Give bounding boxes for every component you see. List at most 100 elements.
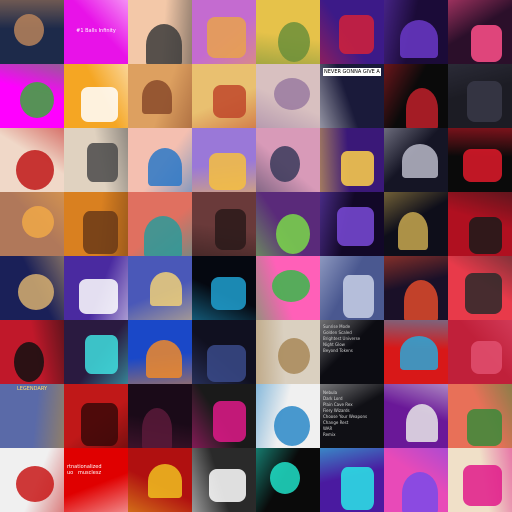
thumbnail-tile[interactable] xyxy=(128,384,192,448)
thumbnail-tile[interactable] xyxy=(384,448,448,512)
thumbnail-tile[interactable] xyxy=(192,384,256,448)
thumbnail-figure xyxy=(213,85,246,118)
thumbnail-figure xyxy=(404,280,438,320)
thumbnail-figure xyxy=(209,153,246,190)
thumbnail-tile[interactable] xyxy=(384,128,448,192)
thumbnail-tile[interactable] xyxy=(256,64,320,128)
thumbnail-tile[interactable] xyxy=(448,256,512,320)
thumbnail-figure xyxy=(207,17,246,58)
thumbnail-tile[interactable] xyxy=(448,320,512,384)
thumbnail-tile[interactable] xyxy=(128,192,192,256)
thumbnail-figure xyxy=(406,404,438,442)
thumbnail-figure xyxy=(339,15,374,54)
thumbnail-figure xyxy=(81,87,118,122)
thumbnail-figure xyxy=(16,150,54,190)
thumbnail-tile[interactable] xyxy=(256,0,320,64)
thumbnail-caption: NEVER GONNA GIVE A FUCK! xyxy=(323,68,381,76)
thumbnail-tile[interactable] xyxy=(192,0,256,64)
thumbnail-figure xyxy=(274,406,310,446)
thumbnail-tile[interactable] xyxy=(320,256,384,320)
thumbnail-tile[interactable] xyxy=(64,128,128,192)
thumbnail-tile[interactable] xyxy=(256,384,320,448)
thumbnail-tile[interactable] xyxy=(256,192,320,256)
thumbnail-tile[interactable] xyxy=(448,128,512,192)
thumbnail-tile[interactable] xyxy=(448,64,512,128)
thumbnail-caption: LEGENDARY xyxy=(16,386,48,392)
thumbnail-tile[interactable]: LEGENDARY xyxy=(0,384,64,448)
thumbnail-tile[interactable] xyxy=(0,448,64,512)
thumbnail-figure xyxy=(16,466,54,502)
thumbnail-tile[interactable] xyxy=(320,128,384,192)
thumbnail-figure xyxy=(398,212,428,250)
thumbnail-figure xyxy=(150,272,182,306)
thumbnail-tile[interactable] xyxy=(384,64,448,128)
thumbnail-tile[interactable] xyxy=(192,128,256,192)
thumbnail-figure xyxy=(211,277,246,310)
thumbnail-figure xyxy=(146,340,182,378)
thumbnail-tile[interactable] xyxy=(384,320,448,384)
thumbnail-tile[interactable] xyxy=(256,320,320,384)
thumbnail-tile[interactable] xyxy=(0,320,64,384)
thumbnail-figure xyxy=(85,335,118,374)
thumbnail-tile[interactable] xyxy=(0,192,64,256)
thumbnail-tile[interactable] xyxy=(0,64,64,128)
thumbnail-tile[interactable] xyxy=(192,448,256,512)
thumbnail-tile[interactable]: NEVER GONNA GIVE A FUCK! xyxy=(320,64,384,128)
thumbnail-tile[interactable] xyxy=(0,128,64,192)
thumbnail-figure xyxy=(270,146,300,182)
thumbnail-tile[interactable] xyxy=(192,256,256,320)
thumbnail-tile[interactable] xyxy=(448,384,512,448)
thumbnail-figure xyxy=(400,20,438,58)
thumbnail-tile[interactable]: Sunrise Mode Golden Scaled Brightest Uni… xyxy=(320,320,384,384)
thumbnail-tile[interactable] xyxy=(128,256,192,320)
thumbnail-figure xyxy=(469,217,502,254)
thumbnail-tile[interactable] xyxy=(128,448,192,512)
thumbnail-tile[interactable] xyxy=(192,64,256,128)
thumbnail-figure xyxy=(471,341,502,374)
thumbnail-tile[interactable]: Nebula Dark Lord Plain Cave Rex Fiery Wi… xyxy=(320,384,384,448)
thumbnail-figure xyxy=(463,465,502,506)
thumbnail-tile[interactable] xyxy=(384,256,448,320)
thumbnail-figure xyxy=(209,469,246,502)
thumbnail-tile[interactable] xyxy=(0,0,64,64)
thumbnail-tile[interactable] xyxy=(128,64,192,128)
thumbnail-figure xyxy=(213,401,246,442)
thumbnail-tile[interactable] xyxy=(256,256,320,320)
thumbnail-tile[interactable] xyxy=(320,192,384,256)
thumbnail-tile[interactable] xyxy=(0,256,64,320)
thumbnail-figure xyxy=(343,275,374,318)
thumbnail-tile[interactable] xyxy=(64,256,128,320)
thumbnail-figure xyxy=(465,273,502,314)
thumbnail-tile[interactable] xyxy=(320,0,384,64)
thumbnail-tile[interactable] xyxy=(192,320,256,384)
thumbnail-tile[interactable] xyxy=(192,192,256,256)
thumbnail-tile[interactable] xyxy=(448,192,512,256)
thumbnail-figure xyxy=(215,209,246,250)
thumbnail-tile[interactable] xyxy=(448,0,512,64)
thumbnail-figure xyxy=(22,206,54,238)
thumbnail-tile[interactable] xyxy=(64,320,128,384)
thumbnail-tile[interactable] xyxy=(448,448,512,512)
thumbnail-tile[interactable] xyxy=(128,320,192,384)
thumbnail-figure xyxy=(87,143,118,182)
thumbnail-figure xyxy=(18,274,54,310)
thumbnail-figure xyxy=(148,464,182,498)
thumbnail-tile[interactable] xyxy=(384,192,448,256)
thumbnail-tile[interactable] xyxy=(384,0,448,64)
thumbnail-tile[interactable] xyxy=(128,0,192,64)
thumbnail-tile[interactable] xyxy=(64,384,128,448)
thumbnail-caption: #1 Balls Infinity xyxy=(76,28,116,34)
thumbnail-tile[interactable] xyxy=(320,448,384,512)
thumbnail-figure xyxy=(463,149,502,182)
thumbnail-tile[interactable]: #1 Balls Infinity xyxy=(64,0,128,64)
thumbnail-figure xyxy=(20,82,54,118)
thumbnail-tile[interactable] xyxy=(64,64,128,128)
thumbnail-tile[interactable] xyxy=(384,384,448,448)
thumbnail-figure xyxy=(144,216,182,256)
thumbnail-figure xyxy=(341,151,374,186)
thumbnail-tile[interactable] xyxy=(128,128,192,192)
thumbnail-tile[interactable] xyxy=(64,192,128,256)
thumbnail-tile[interactable]: rtnationalized uo musclesz xyxy=(64,448,128,512)
thumbnail-tile[interactable] xyxy=(256,128,320,192)
thumbnail-tile[interactable] xyxy=(256,448,320,512)
